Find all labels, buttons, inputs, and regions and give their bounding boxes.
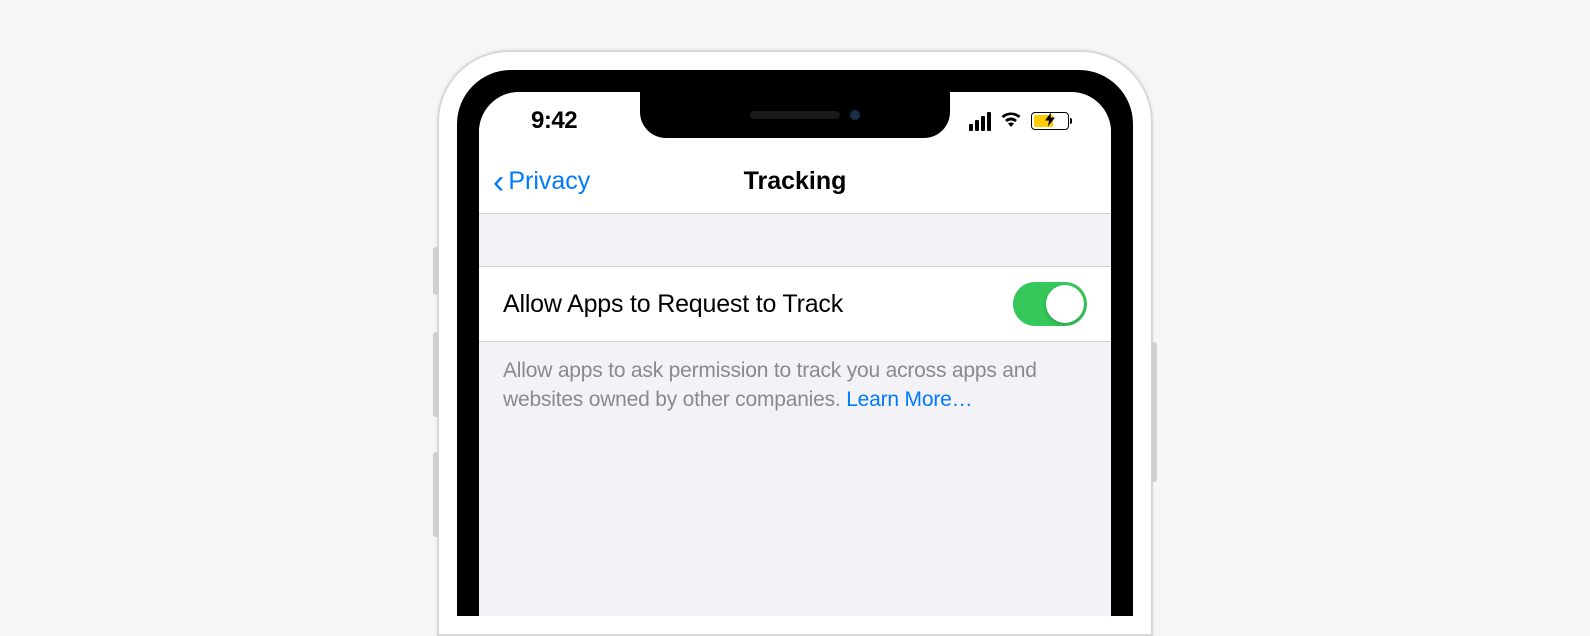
battery-icon: [1031, 112, 1069, 130]
chevron-left-icon: ‹: [493, 165, 504, 199]
power-button: [1151, 342, 1157, 482]
learn-more-link[interactable]: Learn More…: [846, 388, 972, 411]
wifi-icon: [999, 110, 1023, 133]
navigation-bar: ‹ Privacy Tracking: [479, 150, 1111, 214]
status-icons: [969, 110, 1069, 133]
mute-switch: [433, 247, 439, 295]
front-camera: [850, 110, 860, 120]
charging-bolt-icon: [1045, 113, 1055, 130]
cellular-signal-icon: [969, 112, 991, 131]
tracking-setting-row: Allow Apps to Request to Track: [479, 266, 1111, 342]
status-time: 9:42: [531, 107, 577, 135]
screen: 9:42: [479, 92, 1111, 616]
toggle-knob: [1046, 285, 1084, 323]
setting-label: Allow Apps to Request to Track: [503, 290, 843, 319]
footer-description: Allow apps to ask permission to track yo…: [479, 342, 1111, 429]
tracking-toggle[interactable]: [1013, 282, 1087, 326]
back-button[interactable]: ‹ Privacy: [493, 165, 590, 199]
phone-frame: 9:42: [439, 52, 1151, 634]
volume-up-button: [433, 332, 439, 417]
speaker: [750, 111, 840, 119]
volume-down-button: [433, 452, 439, 537]
page-title: Tracking: [744, 167, 847, 196]
notch: [640, 92, 950, 138]
phone-bezel: 9:42: [457, 70, 1133, 616]
back-label: Privacy: [508, 167, 590, 196]
